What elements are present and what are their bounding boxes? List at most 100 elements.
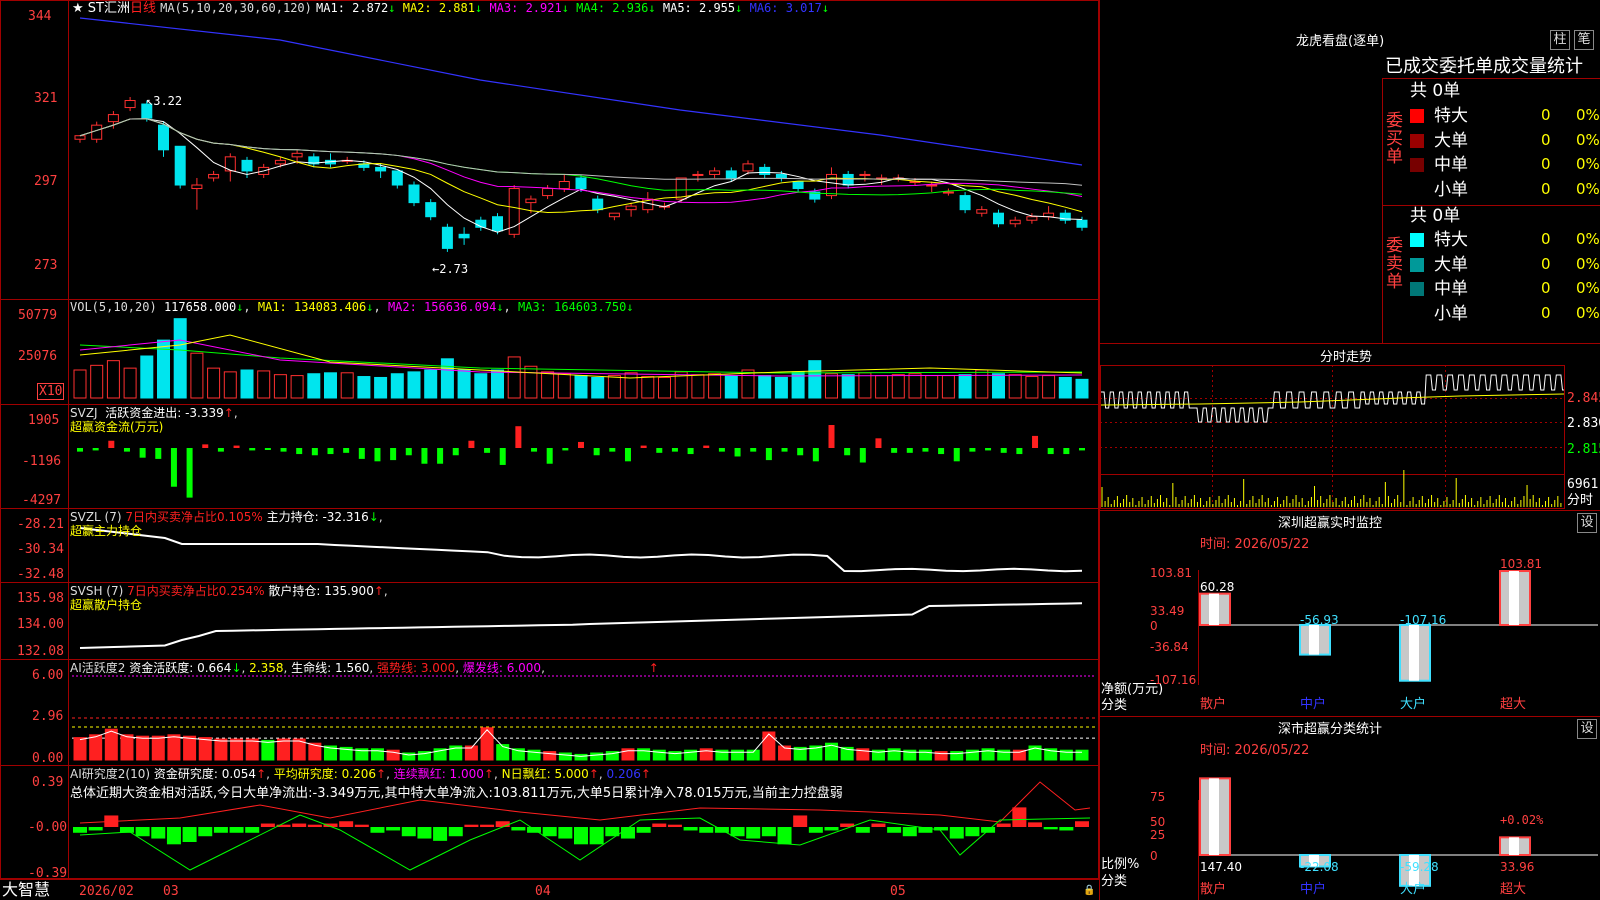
flow-bar [1063, 448, 1070, 455]
flow-bar [781, 448, 788, 452]
candle-body [775, 173, 787, 179]
volume-bar [1058, 376, 1072, 399]
ma-lines [79, 17, 1083, 233]
volume-bars [73, 318, 1089, 399]
volume-bar [123, 367, 137, 399]
order-percent: 0% [1576, 230, 1600, 248]
order-count: 0 [1541, 130, 1551, 149]
volume-bar [424, 369, 438, 399]
order-type-label: 中单 [1434, 279, 1468, 299]
flow-bar [515, 426, 522, 448]
flow-bar [280, 448, 287, 452]
period-label[interactable]: 日线 [130, 1, 156, 16]
volume-bar [958, 374, 972, 399]
stock-name[interactable]: ST汇洲 [88, 1, 130, 16]
lock-icon[interactable]: 🔒 [1083, 883, 1095, 898]
volume-bar [491, 369, 504, 399]
tick-mode-button[interactable]: 笔 [1574, 30, 1594, 50]
flow-bar [953, 448, 960, 462]
flow-bar [593, 448, 600, 456]
volume-bar [541, 371, 555, 399]
candle-body [208, 173, 220, 179]
volume-bar [925, 375, 939, 399]
ai-bar [89, 734, 103, 761]
svzl-sub: 超赢主力持仓 [70, 524, 143, 538]
volume-bar [407, 371, 421, 399]
volume-bar [758, 375, 772, 399]
svzl-tick: -30.34 [17, 542, 64, 557]
flow-bar [750, 448, 757, 452]
research-bar [495, 821, 510, 827]
value-label: 103.81 [1500, 557, 1542, 572]
candle-body [993, 212, 1004, 225]
volume-bar [507, 356, 521, 399]
ai-bar [167, 734, 181, 761]
y-tick: -107.16 [1150, 673, 1197, 687]
ai-bar [590, 752, 604, 761]
volume-bar [440, 358, 454, 399]
sz-monitor-settings-button[interactable]: 设 [1577, 513, 1597, 533]
bar-mode-button[interactable]: 柱 [1550, 30, 1570, 50]
ai-bar [136, 735, 150, 761]
lhb-title: 龙虎看盘(逐单) [1296, 34, 1385, 49]
volume-bar [1075, 378, 1089, 399]
candle-body [709, 170, 721, 175]
ma-value: MA1: 2.872 [316, 1, 389, 15]
legend-swatch [1410, 282, 1424, 296]
sz-monitor-chart [1198, 570, 1598, 685]
research-bar [887, 827, 902, 833]
flow-bar [92, 448, 99, 451]
research-bar [480, 824, 495, 827]
ai-bar [1075, 749, 1089, 761]
flow-bar [484, 448, 491, 453]
research-bar [636, 827, 651, 833]
candle-body [425, 202, 437, 218]
candle-body [976, 209, 988, 214]
flow-bar [327, 448, 334, 455]
flow-bar [531, 448, 538, 452]
star-icon[interactable]: ★ [72, 1, 84, 16]
flow-bar [343, 448, 350, 453]
candle-body [158, 124, 169, 151]
vol-unit: X10 [37, 383, 65, 400]
sz-class-settings-button[interactable]: 设 [1577, 719, 1597, 739]
volume-bar [190, 352, 204, 399]
ai-bar [762, 731, 776, 761]
main-position-line [79, 527, 1083, 573]
research-tick: -0.39 [28, 866, 68, 881]
value-label: 147.40 [1200, 860, 1242, 874]
research-tick: 0.39 [32, 775, 64, 790]
volume-bar [741, 369, 755, 399]
value-label: -56.93 [1300, 613, 1339, 627]
vol-ma3 [79, 344, 1083, 374]
flow-bar [249, 448, 256, 451]
volume-bar [173, 318, 187, 399]
flow-bar [217, 448, 224, 452]
candle-body [926, 184, 938, 187]
volume-bar [858, 372, 872, 399]
legend-swatch [1410, 133, 1424, 148]
legend-swatch [1410, 158, 1424, 172]
volume-bar [524, 365, 538, 399]
candle-body [725, 170, 737, 179]
flow-bar [264, 448, 271, 450]
ai-bar [1012, 749, 1026, 761]
volume-bar [457, 369, 471, 399]
order-type-label: 小单 [1434, 303, 1468, 324]
flow-bar [797, 448, 804, 456]
volume-bar [390, 373, 404, 399]
candle-body [1076, 219, 1088, 228]
order-count: 0 [1541, 155, 1551, 173]
order-count: 0 [1541, 230, 1551, 248]
flow-bar [468, 440, 475, 448]
ma-value: MA5: 2.955 [655, 1, 736, 15]
ma-value: MA2: 2.881 [395, 1, 475, 15]
research-bar [135, 827, 150, 837]
svsh-header: SVSH (7) 7日内买卖净占比0.254% 散户持仓: 135.900↑, [70, 584, 388, 598]
svsh-tick: 132.08 [17, 644, 64, 659]
research-bar [746, 827, 761, 839]
bar-highlight [1509, 571, 1519, 625]
research-bar [1028, 822, 1043, 827]
flow-bar [390, 448, 397, 461]
volume-bar [307, 373, 321, 399]
